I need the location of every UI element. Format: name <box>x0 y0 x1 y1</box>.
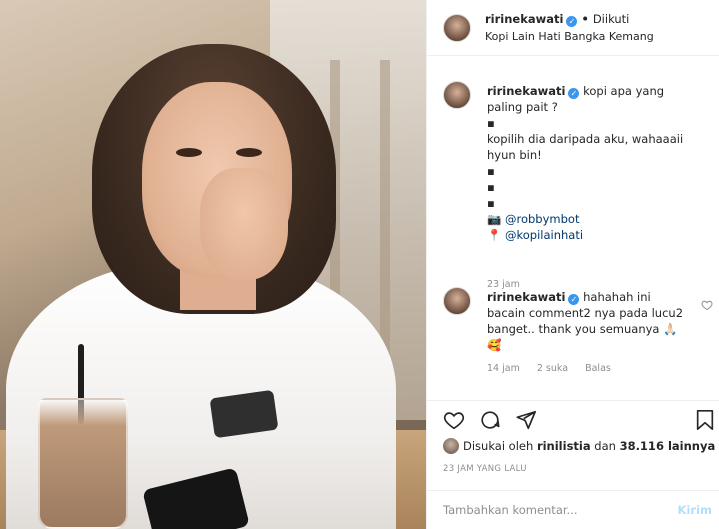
reply-time[interactable]: 14 jam <box>487 363 520 374</box>
tag-robbymbot[interactable]: @robbymbot <box>505 212 579 226</box>
reply-comment: ririnekawati ✓ hahahah ini bacain comment… <box>443 287 713 377</box>
caption-body: ririnekawati ✓ kopi apa yang paling pait … <box>487 83 687 243</box>
comment-input[interactable] <box>443 499 663 521</box>
caption-dot: ▪ <box>487 164 495 178</box>
share-icon[interactable] <box>515 409 537 431</box>
reply-button[interactable]: Balas <box>585 363 611 374</box>
likes-prefix: Disukai oleh <box>463 439 534 453</box>
author-username-row: ririnekawati ✓ • Diikuti <box>485 12 629 27</box>
post-side-panel: ririnekawati ✓ • Diikuti Kopi Lain Hati Ba… <box>426 0 719 529</box>
verified-icon: ✓ <box>566 16 578 27</box>
separator-dot: • <box>581 12 589 26</box>
caption-avatar[interactable] <box>443 81 471 109</box>
post-photo[interactable] <box>0 0 426 529</box>
camera-emoji: 📷 <box>487 212 502 226</box>
caption-line2: kopilih dia daripada aku, wahaaaii hyun … <box>487 132 684 162</box>
photo-eye <box>236 148 262 157</box>
verified-icon: ✓ <box>568 294 580 305</box>
photo-hand <box>200 168 288 280</box>
post-timestamp[interactable]: 23 JAM YANG LALU <box>443 464 527 474</box>
small-heart-icon[interactable] <box>701 299 713 311</box>
reply-likes[interactable]: 2 suka <box>537 363 568 374</box>
caption-username[interactable]: ririnekawati <box>487 84 565 98</box>
verified-icon: ✓ <box>568 88 580 99</box>
photo-coffee-cup <box>38 398 128 529</box>
author-avatar[interactable] <box>443 14 471 42</box>
photo-window-column <box>380 60 390 360</box>
likes-count[interactable]: 38.116 lainnya <box>620 439 716 453</box>
caption-dot: ▪ <box>487 116 495 130</box>
author-username[interactable]: ririnekawati <box>485 12 563 26</box>
caption-dot: ▪ <box>487 180 495 194</box>
pin-emoji: 📍 <box>487 228 502 242</box>
add-comment-bar: Kirim <box>427 490 719 529</box>
reply-meta: 14 jam 2 suka Balas <box>487 363 625 374</box>
bookmark-icon[interactable] <box>695 409 715 431</box>
likes-summary: Disukai oleh rinilistia dan 38.116 lainn… <box>443 438 715 454</box>
post-header: ririnekawati ✓ • Diikuti Kopi Lain Hati Ba… <box>427 0 719 56</box>
likes-connector: dan <box>594 439 616 453</box>
tag-kopilainhati[interactable]: @kopilainhati <box>505 228 583 242</box>
reply-avatar[interactable] <box>443 287 471 315</box>
photo-eye <box>176 148 202 157</box>
action-bar <box>427 400 719 434</box>
liker-avatar[interactable] <box>443 438 459 454</box>
post-location[interactable]: Kopi Lain Hati Bangka Kemang <box>485 30 654 43</box>
following-button[interactable]: Diikuti <box>593 12 630 26</box>
caption-comment: ririnekawati ✓ kopi apa yang paling pait … <box>443 81 713 290</box>
caption-dot: ▪ <box>487 196 495 210</box>
comments-list: ririnekawati ✓ kopi apa yang paling pait … <box>427 57 719 397</box>
reply-body: ririnekawati ✓ hahahah ini bacain comment… <box>487 289 687 353</box>
post-comment-button[interactable]: Kirim <box>678 503 712 517</box>
heart-icon[interactable] <box>443 409 465 431</box>
liker-username[interactable]: rinilistia <box>537 439 591 453</box>
reply-username[interactable]: ririnekawati <box>487 290 565 304</box>
comment-icon[interactable] <box>479 409 501 431</box>
